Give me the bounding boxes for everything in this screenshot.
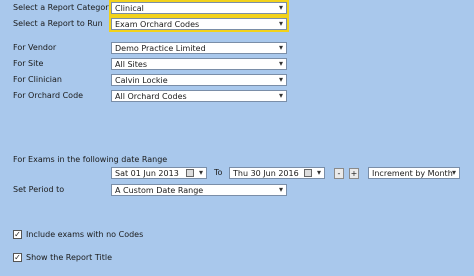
category-select[interactable]: Clinical ▾	[109, 0, 289, 16]
report-parameters-panel: Select a Report Category Clinical ▾ Sele…	[0, 0, 474, 276]
chevron-down-icon: ▾	[451, 168, 456, 177]
orchard-code-label: For Orchard Code	[13, 91, 84, 100]
show-title-checkbox[interactable]: ✓	[13, 253, 22, 262]
chevron-down-icon: ▾	[278, 75, 283, 84]
from-date-value: Sat 01 Jun 2013	[115, 169, 179, 178]
increment-button[interactable]: +	[349, 168, 359, 179]
site-select[interactable]: All Sites ▾	[111, 58, 287, 70]
vendor-value: Demo Practice Limited	[115, 44, 206, 53]
site-label: For Site	[13, 59, 44, 68]
site-value: All Sites	[115, 60, 147, 69]
period-select[interactable]: A Custom Date Range ▾	[111, 184, 287, 196]
category-value: Clinical	[115, 4, 144, 13]
orchard-code-select[interactable]: All Orchard Codes ▾	[111, 90, 287, 102]
period-value: A Custom Date Range	[115, 186, 204, 195]
vendor-select[interactable]: Demo Practice Limited ▾	[111, 42, 287, 54]
chevron-down-icon: ▾	[316, 168, 321, 177]
to-date-value: Thu 30 Jun 2016	[233, 169, 299, 178]
date-range-label: For Exams in the following date Range	[13, 155, 168, 164]
show-title-label: Show the Report Title	[26, 253, 113, 262]
include-no-codes-label: Include exams with no Codes	[26, 230, 144, 239]
clinician-value: Calvin Lockie	[115, 76, 168, 85]
calendar-icon	[304, 169, 312, 177]
chevron-down-icon: ▾	[278, 91, 283, 100]
include-no-codes-checkbox[interactable]: ✓	[13, 230, 22, 239]
increment-select[interactable]: Increment by Month ▾	[368, 167, 460, 179]
to-date-picker[interactable]: Thu 30 Jun 2016 ▾	[229, 167, 325, 179]
chevron-down-icon: ▾	[198, 168, 203, 177]
decrement-button[interactable]: -	[334, 168, 344, 179]
period-label: Set Period to	[13, 185, 65, 194]
category-label: Select a Report Category	[13, 3, 114, 12]
from-date-picker[interactable]: Sat 01 Jun 2013 ▾	[111, 167, 207, 179]
chevron-down-icon: ▾	[278, 59, 283, 68]
report-label: Select a Report to Run	[13, 19, 103, 28]
vendor-label: For Vendor	[13, 43, 57, 52]
chevron-down-icon: ▾	[278, 185, 283, 194]
clinician-label: For Clinician	[13, 75, 62, 84]
orchard-code-value: All Orchard Codes	[115, 92, 187, 101]
chevron-down-icon: ▾	[278, 43, 283, 52]
increment-value: Increment by Month	[372, 169, 453, 178]
to-label: To	[214, 168, 223, 177]
chevron-down-icon: ▾	[278, 3, 283, 12]
chevron-down-icon: ▾	[278, 19, 283, 28]
clinician-select[interactable]: Calvin Lockie ▾	[111, 74, 287, 86]
report-value: Exam Orchard Codes	[115, 20, 200, 29]
report-select[interactable]: Exam Orchard Codes ▾	[109, 16, 289, 32]
calendar-icon	[186, 169, 194, 177]
